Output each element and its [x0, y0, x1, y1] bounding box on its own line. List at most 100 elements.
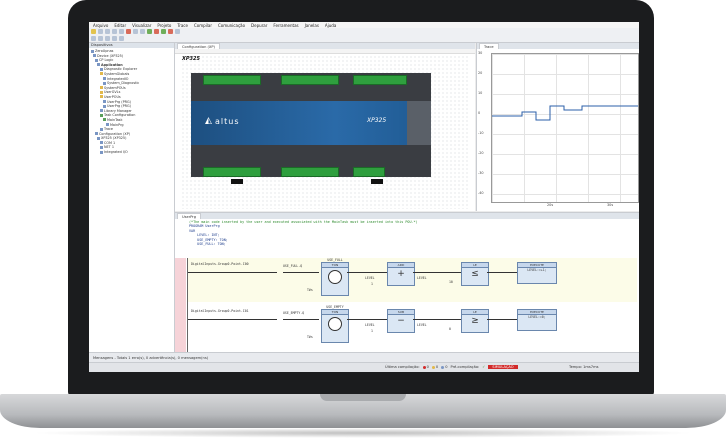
- rung-1[interactable]: DigitalInputs.Group0.Point.I00 USE_FULL.…: [187, 258, 637, 302]
- ide-window: Arquivo Editar Visualizar Projeto Trace …: [89, 22, 639, 372]
- menu-arquivo[interactable]: Arquivo: [93, 23, 108, 28]
- redo-icon[interactable]: [119, 29, 124, 34]
- contact-icon[interactable]: [105, 36, 110, 41]
- pou-icon: [106, 123, 109, 126]
- configuration-canvas[interactable]: XP325 ◭ altus XP325: [181, 55, 469, 209]
- ton-instance: USE_FULL: [327, 258, 343, 262]
- sub-block[interactable]: SUB −: [387, 309, 415, 333]
- tree-item[interactable]: Integrated I/O: [91, 150, 174, 155]
- ton-block[interactable]: USE_EMPTY TON: [321, 305, 349, 343]
- port-icon: [100, 141, 103, 145]
- new-icon[interactable]: [91, 29, 96, 34]
- y-tick: -40: [478, 191, 484, 195]
- wire: [347, 272, 387, 273]
- stop-icon[interactable]: [168, 29, 173, 34]
- terminal-block: [353, 167, 385, 177]
- save-icon[interactable]: [105, 29, 110, 34]
- plc-device[interactable]: ◭ altus XP325: [191, 65, 431, 197]
- device-icon: [97, 136, 100, 140]
- execute-block[interactable]: EXECUTE LEVEL:=0;: [517, 309, 557, 331]
- open-icon[interactable]: [98, 29, 103, 34]
- y-tick: 30: [478, 51, 483, 55]
- contact-label: DigitalInputs.Group0.Point.I01: [191, 309, 249, 313]
- menu-projeto[interactable]: Projeto: [157, 23, 171, 28]
- cycle-time: Tempo: 1ms7ms: [569, 365, 599, 369]
- level-in: LEVEL: [365, 276, 375, 280]
- program-editor: UserPrg (*The main code inserted by the …: [175, 212, 639, 353]
- ton-block[interactable]: USE_FULL TON: [321, 258, 349, 296]
- compile-status: Última compilação: 0 0 0 Pré-compilação:…: [385, 365, 518, 369]
- menu-depurar[interactable]: Depurar: [251, 23, 267, 28]
- menu-visualizar[interactable]: Visualizar: [132, 23, 151, 28]
- coil-icon[interactable]: [112, 36, 117, 41]
- menu-editar[interactable]: Editar: [114, 23, 126, 28]
- step-icon[interactable]: [175, 29, 180, 34]
- ton-type: TON: [322, 263, 348, 268]
- login-icon[interactable]: [147, 29, 152, 34]
- y-tick: 10: [478, 91, 483, 95]
- configuration-view: Configuration (XP) XP325 ◭ altus XP325: [175, 43, 475, 211]
- declaration-code[interactable]: (*The main code inserted by the user and…: [189, 220, 418, 246]
- ge-block[interactable]: LE ≥: [461, 309, 489, 333]
- wire: [347, 319, 387, 320]
- add-operator: +: [397, 269, 405, 279]
- wire: [187, 272, 277, 273]
- menu-ajuda[interactable]: Ajuda: [325, 23, 336, 28]
- time-label: T#s: [307, 288, 313, 292]
- rung-2[interactable]: DigitalInputs.Group0.Point.I01 USE_EMPTY…: [187, 305, 637, 349]
- mount-foot: [371, 179, 383, 184]
- ge-operator: ≥: [471, 316, 479, 326]
- port-icon: [100, 145, 103, 149]
- trace-panel: Trace 30 20 10 0 -10 -20 -30 -40 20s 30s: [476, 43, 639, 211]
- execute-block[interactable]: EXECUTE LEVEL:=+1;: [517, 262, 557, 284]
- task-icon: [100, 113, 103, 117]
- le-block[interactable]: LE ≤: [461, 262, 489, 286]
- execute-stmt: LEVEL:=+1;: [527, 268, 547, 272]
- ton-type: TON: [322, 310, 348, 315]
- tab-trace[interactable]: Trace: [479, 43, 499, 49]
- laptop-shadow: [30, 428, 696, 438]
- zoom-in-icon[interactable]: [91, 36, 96, 41]
- ruler: [175, 49, 475, 54]
- menu-comunicacao[interactable]: Comunicação: [218, 23, 245, 28]
- box-icon[interactable]: [119, 36, 124, 41]
- menu-ferramentas[interactable]: Ferramentas: [273, 23, 298, 28]
- menu-trace[interactable]: Trace: [177, 23, 188, 28]
- execute-stmt: LEVEL:=0;: [528, 315, 546, 319]
- application-icon: [97, 63, 100, 67]
- build-icon[interactable]: [140, 29, 145, 34]
- find-icon[interactable]: [133, 29, 138, 34]
- level-in: LEVEL: [365, 323, 375, 327]
- run-icon[interactable]: [161, 29, 166, 34]
- folder-icon: [100, 95, 103, 99]
- menu-janelas[interactable]: Janelas: [305, 23, 319, 28]
- messages-text: Mensagens - Totais 1 erro(s), 0 advertên…: [93, 356, 209, 360]
- ton-instance: USE_EMPTY: [326, 305, 344, 309]
- error-count: 0: [422, 365, 429, 369]
- terminal-block: [203, 167, 261, 177]
- add-block[interactable]: ADD +: [387, 262, 415, 286]
- undo-icon[interactable]: [112, 29, 117, 34]
- pou-icon: [103, 104, 106, 108]
- plc-port-panel: [407, 101, 431, 145]
- plc-body: ◭ altus XP325: [191, 101, 431, 145]
- last-compile-label: Última compilação:: [385, 365, 420, 369]
- trace-icon: [100, 127, 103, 131]
- warning-icon: [431, 365, 435, 369]
- var-label: USE_FULL.Q: [283, 264, 303, 268]
- le-operator: ≤: [471, 269, 479, 279]
- menu-compilar[interactable]: Compilar: [194, 23, 212, 28]
- logout-icon[interactable]: [154, 29, 159, 34]
- terminal-block: [203, 75, 261, 85]
- folder-icon: [100, 90, 103, 94]
- delete-icon[interactable]: [126, 29, 131, 34]
- zoom-out-icon[interactable]: [98, 36, 103, 41]
- altus-logo-icon: ◭: [205, 116, 212, 126]
- tab-userprg[interactable]: UserPrg: [177, 213, 201, 219]
- library-icon: [100, 109, 103, 113]
- y-tick: -20: [478, 151, 484, 155]
- wire: [283, 272, 319, 273]
- folder-icon: [100, 72, 103, 76]
- project-icon: [91, 49, 94, 53]
- trace-plot[interactable]: [491, 53, 639, 203]
